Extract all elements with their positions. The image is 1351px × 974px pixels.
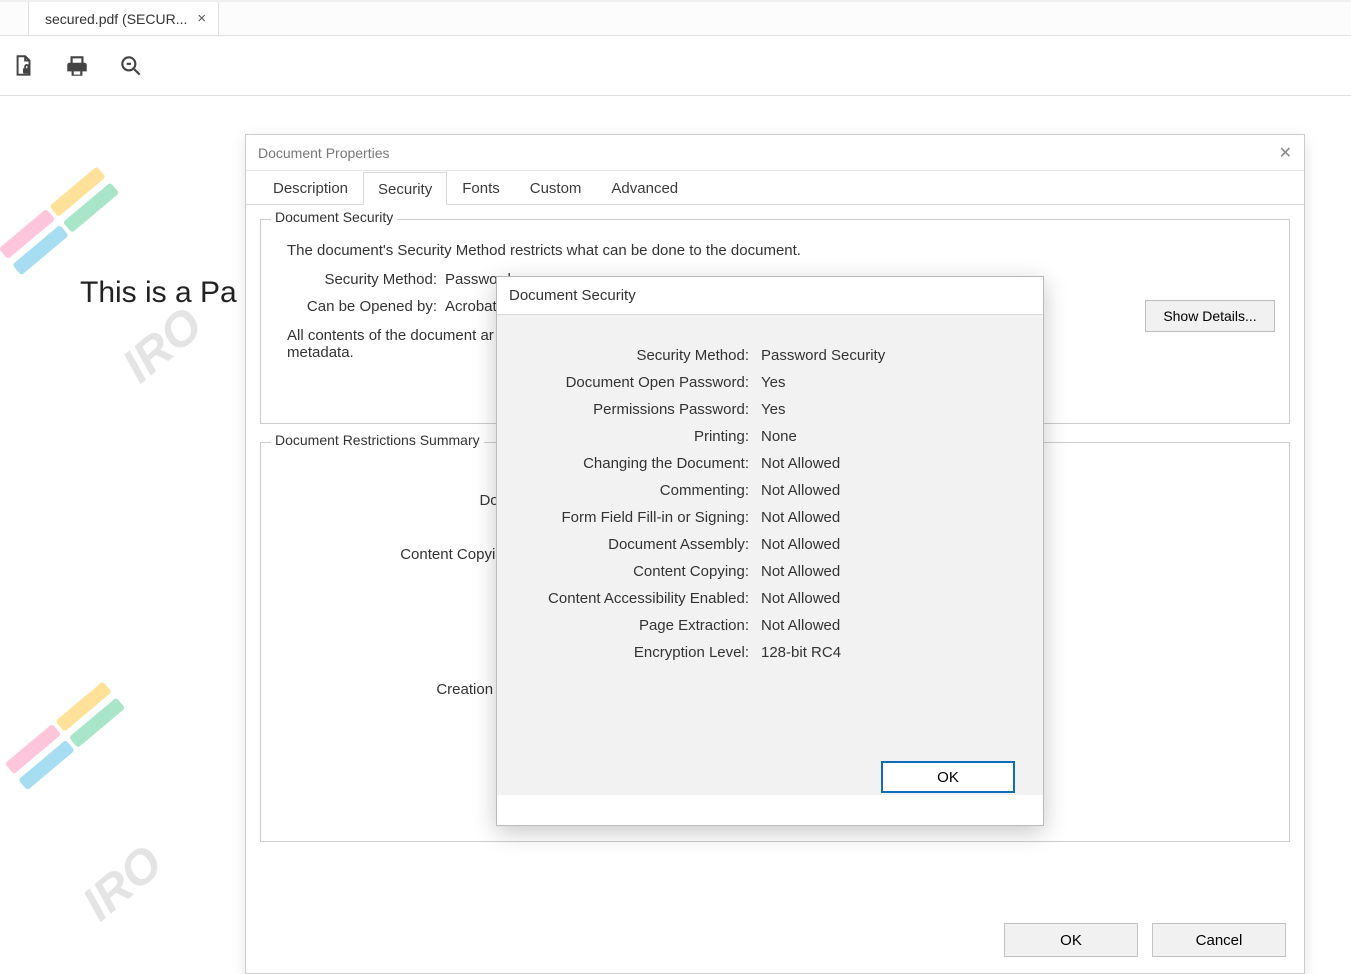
security-detail-row: Document Open Password: Yes xyxy=(505,374,1023,391)
label: Changing the Document: xyxy=(505,455,749,472)
value: 128-bit RC4 xyxy=(761,644,841,661)
label: Document Assembly: xyxy=(505,536,749,553)
value: Not Allowed xyxy=(761,590,840,607)
value: Not Allowed xyxy=(761,455,840,472)
label: Commenting: xyxy=(505,482,749,499)
security-detail-row: Printing: None xyxy=(505,428,1023,445)
security-detail-row: Document Assembly: Not Allowed xyxy=(505,536,1023,553)
toolbar xyxy=(0,36,1351,96)
value: Not Allowed xyxy=(761,563,840,580)
value: Yes xyxy=(761,374,785,391)
label: Printing: xyxy=(505,428,749,445)
document-heading: This is a Pa xyxy=(80,276,237,310)
close-tab-icon[interactable]: × xyxy=(197,10,206,27)
modal-body: Security Method: Password Security Documen… xyxy=(497,315,1043,795)
tab-custom[interactable]: Custom xyxy=(515,171,597,204)
security-detail-row: Commenting: Not Allowed xyxy=(505,482,1023,499)
label: Form Field Fill-in or Signing: xyxy=(505,509,749,526)
print-icon[interactable] xyxy=(64,53,90,79)
security-detail-row: Form Field Fill-in or Signing: Not Allowe… xyxy=(505,509,1023,526)
label: Page Extraction: xyxy=(505,617,749,634)
value: Not Allowed xyxy=(761,509,840,526)
security-detail-row: Content Accessibility Enabled: Not Allowe… xyxy=(505,590,1023,607)
modal-title: Document Security xyxy=(497,277,1043,315)
value: Password Security xyxy=(761,347,885,364)
value: Not Allowed xyxy=(761,536,840,553)
value: Yes xyxy=(761,401,785,418)
tab-description[interactable]: Description xyxy=(258,171,363,204)
document-security-modal: Document Security Security Method: Passwo… xyxy=(496,276,1044,826)
label: Security Method: xyxy=(505,347,749,364)
watermark-icon xyxy=(0,163,124,280)
label: Document Open Password: xyxy=(505,374,749,391)
security-detail-row: Changing the Document: Not Allowed xyxy=(505,455,1023,472)
file-tab-label: secured.pdf (SECUR... xyxy=(45,11,187,27)
document-area: IRO IRO This is a Pa Document Properties… xyxy=(0,96,1351,907)
file-tab[interactable]: secured.pdf (SECUR... × xyxy=(28,2,219,35)
dialog-title: Document Properties xyxy=(258,145,390,161)
watermark-text: IRO xyxy=(72,835,173,932)
close-icon[interactable]: ✕ xyxy=(1279,143,1292,163)
security-detail-row: Page Extraction: Not Allowed xyxy=(505,617,1023,634)
ok-button[interactable]: OK xyxy=(1004,923,1138,957)
section-legend: Document Restrictions Summary xyxy=(271,432,484,448)
value: Not Allowed xyxy=(761,482,840,499)
security-detail-row: Content Copying: Not Allowed xyxy=(505,563,1023,580)
dialog-footer: OK Cancel xyxy=(1004,923,1286,957)
tab-advanced[interactable]: Advanced xyxy=(596,171,693,204)
section-legend: Document Security xyxy=(271,209,397,225)
tab-bar: secured.pdf (SECUR... × xyxy=(0,0,1351,36)
tab-security[interactable]: Security xyxy=(363,172,447,205)
label: Content Accessibility Enabled: xyxy=(505,590,749,607)
watermark-icon xyxy=(2,678,130,795)
label: Can be Opened by: xyxy=(297,298,437,315)
cancel-button[interactable]: Cancel xyxy=(1152,923,1286,957)
security-detail-row: Permissions Password: Yes xyxy=(505,401,1023,418)
label: Encryption Level: xyxy=(505,644,749,661)
label: Content Copying: xyxy=(505,563,749,580)
show-details-button[interactable]: Show Details... xyxy=(1145,300,1275,332)
security-description: The document's Security Method restricts… xyxy=(287,242,1267,259)
dialog-titlebar: Document Properties ✕ xyxy=(246,135,1304,171)
label: Permissions Password: xyxy=(505,401,749,418)
value: Not Allowed xyxy=(761,617,840,634)
security-detail-row: Encryption Level: 128-bit RC4 xyxy=(505,644,1023,661)
watermark-text: IRO xyxy=(112,297,213,394)
ok-button[interactable]: OK xyxy=(881,761,1015,793)
label: Security Method: xyxy=(297,271,437,288)
value: Acrobat xyxy=(445,298,497,315)
zoom-icon[interactable] xyxy=(118,53,144,79)
tab-fonts[interactable]: Fonts xyxy=(447,171,515,204)
secured-file-icon[interactable] xyxy=(10,53,36,79)
dialog-tablist: Description Security Fonts Custom Advanc… xyxy=(246,171,1304,205)
value: None xyxy=(761,428,797,445)
security-detail-row: Security Method: Password Security xyxy=(505,347,1023,364)
